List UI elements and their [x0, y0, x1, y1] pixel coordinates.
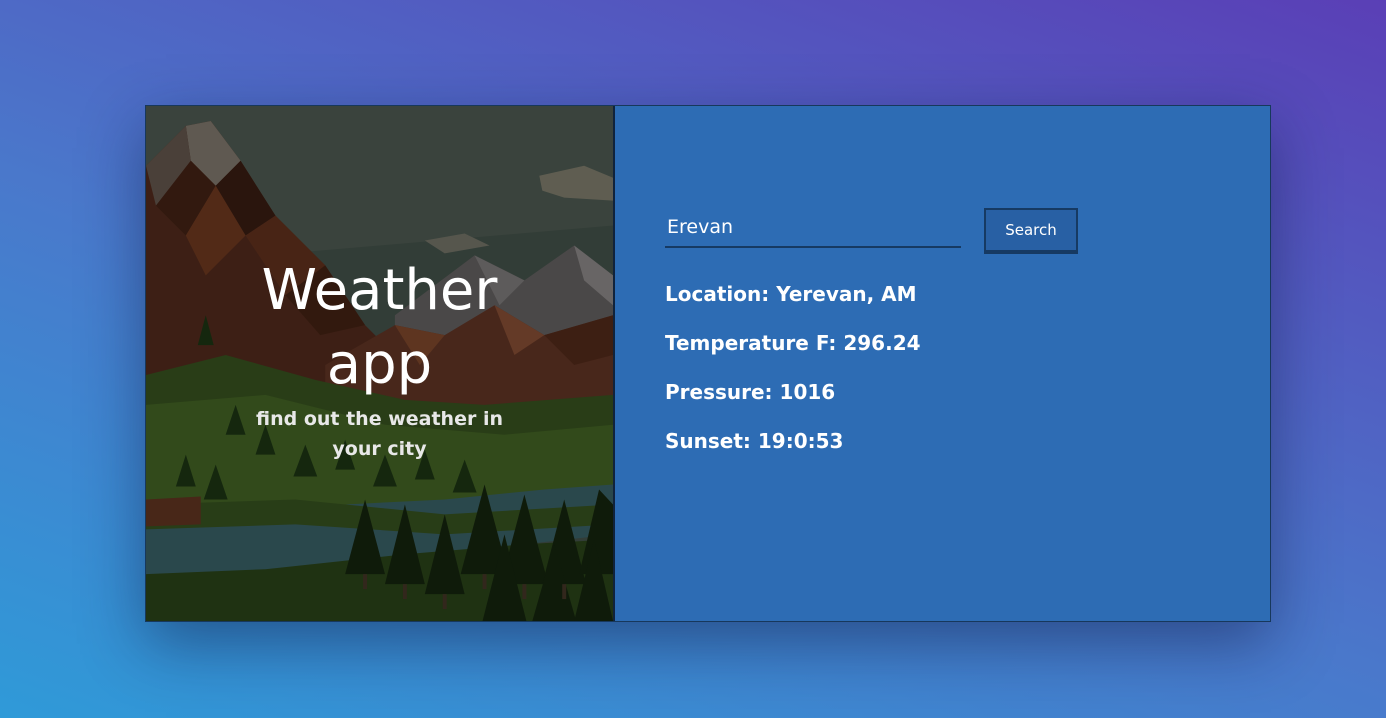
temperature-info: Temperature F: 296.24: [665, 331, 921, 355]
weather-panel: Search Location: Yerevan, AM Temperature…: [615, 106, 1270, 621]
weather-card: Weather app find out the weather in your…: [145, 105, 1271, 622]
location-info: Location: Yerevan, AM: [665, 282, 917, 306]
search-form: Search: [665, 208, 1078, 254]
sunset-info: Sunset: 19:0:53: [665, 429, 844, 453]
hero-text-block: Weather app find out the weather in your…: [146, 254, 613, 464]
hero-panel: Weather app find out the weather in your…: [146, 106, 615, 621]
city-search-input[interactable]: [665, 208, 961, 248]
app-title: Weather app: [261, 258, 498, 397]
app-subtitle: find out the weather in your city: [256, 408, 503, 460]
search-button[interactable]: Search: [984, 208, 1078, 254]
weather-results: Location: Yerevan, AM Temperature F: 296…: [665, 281, 921, 477]
pressure-info: Pressure: 1016: [665, 380, 836, 404]
